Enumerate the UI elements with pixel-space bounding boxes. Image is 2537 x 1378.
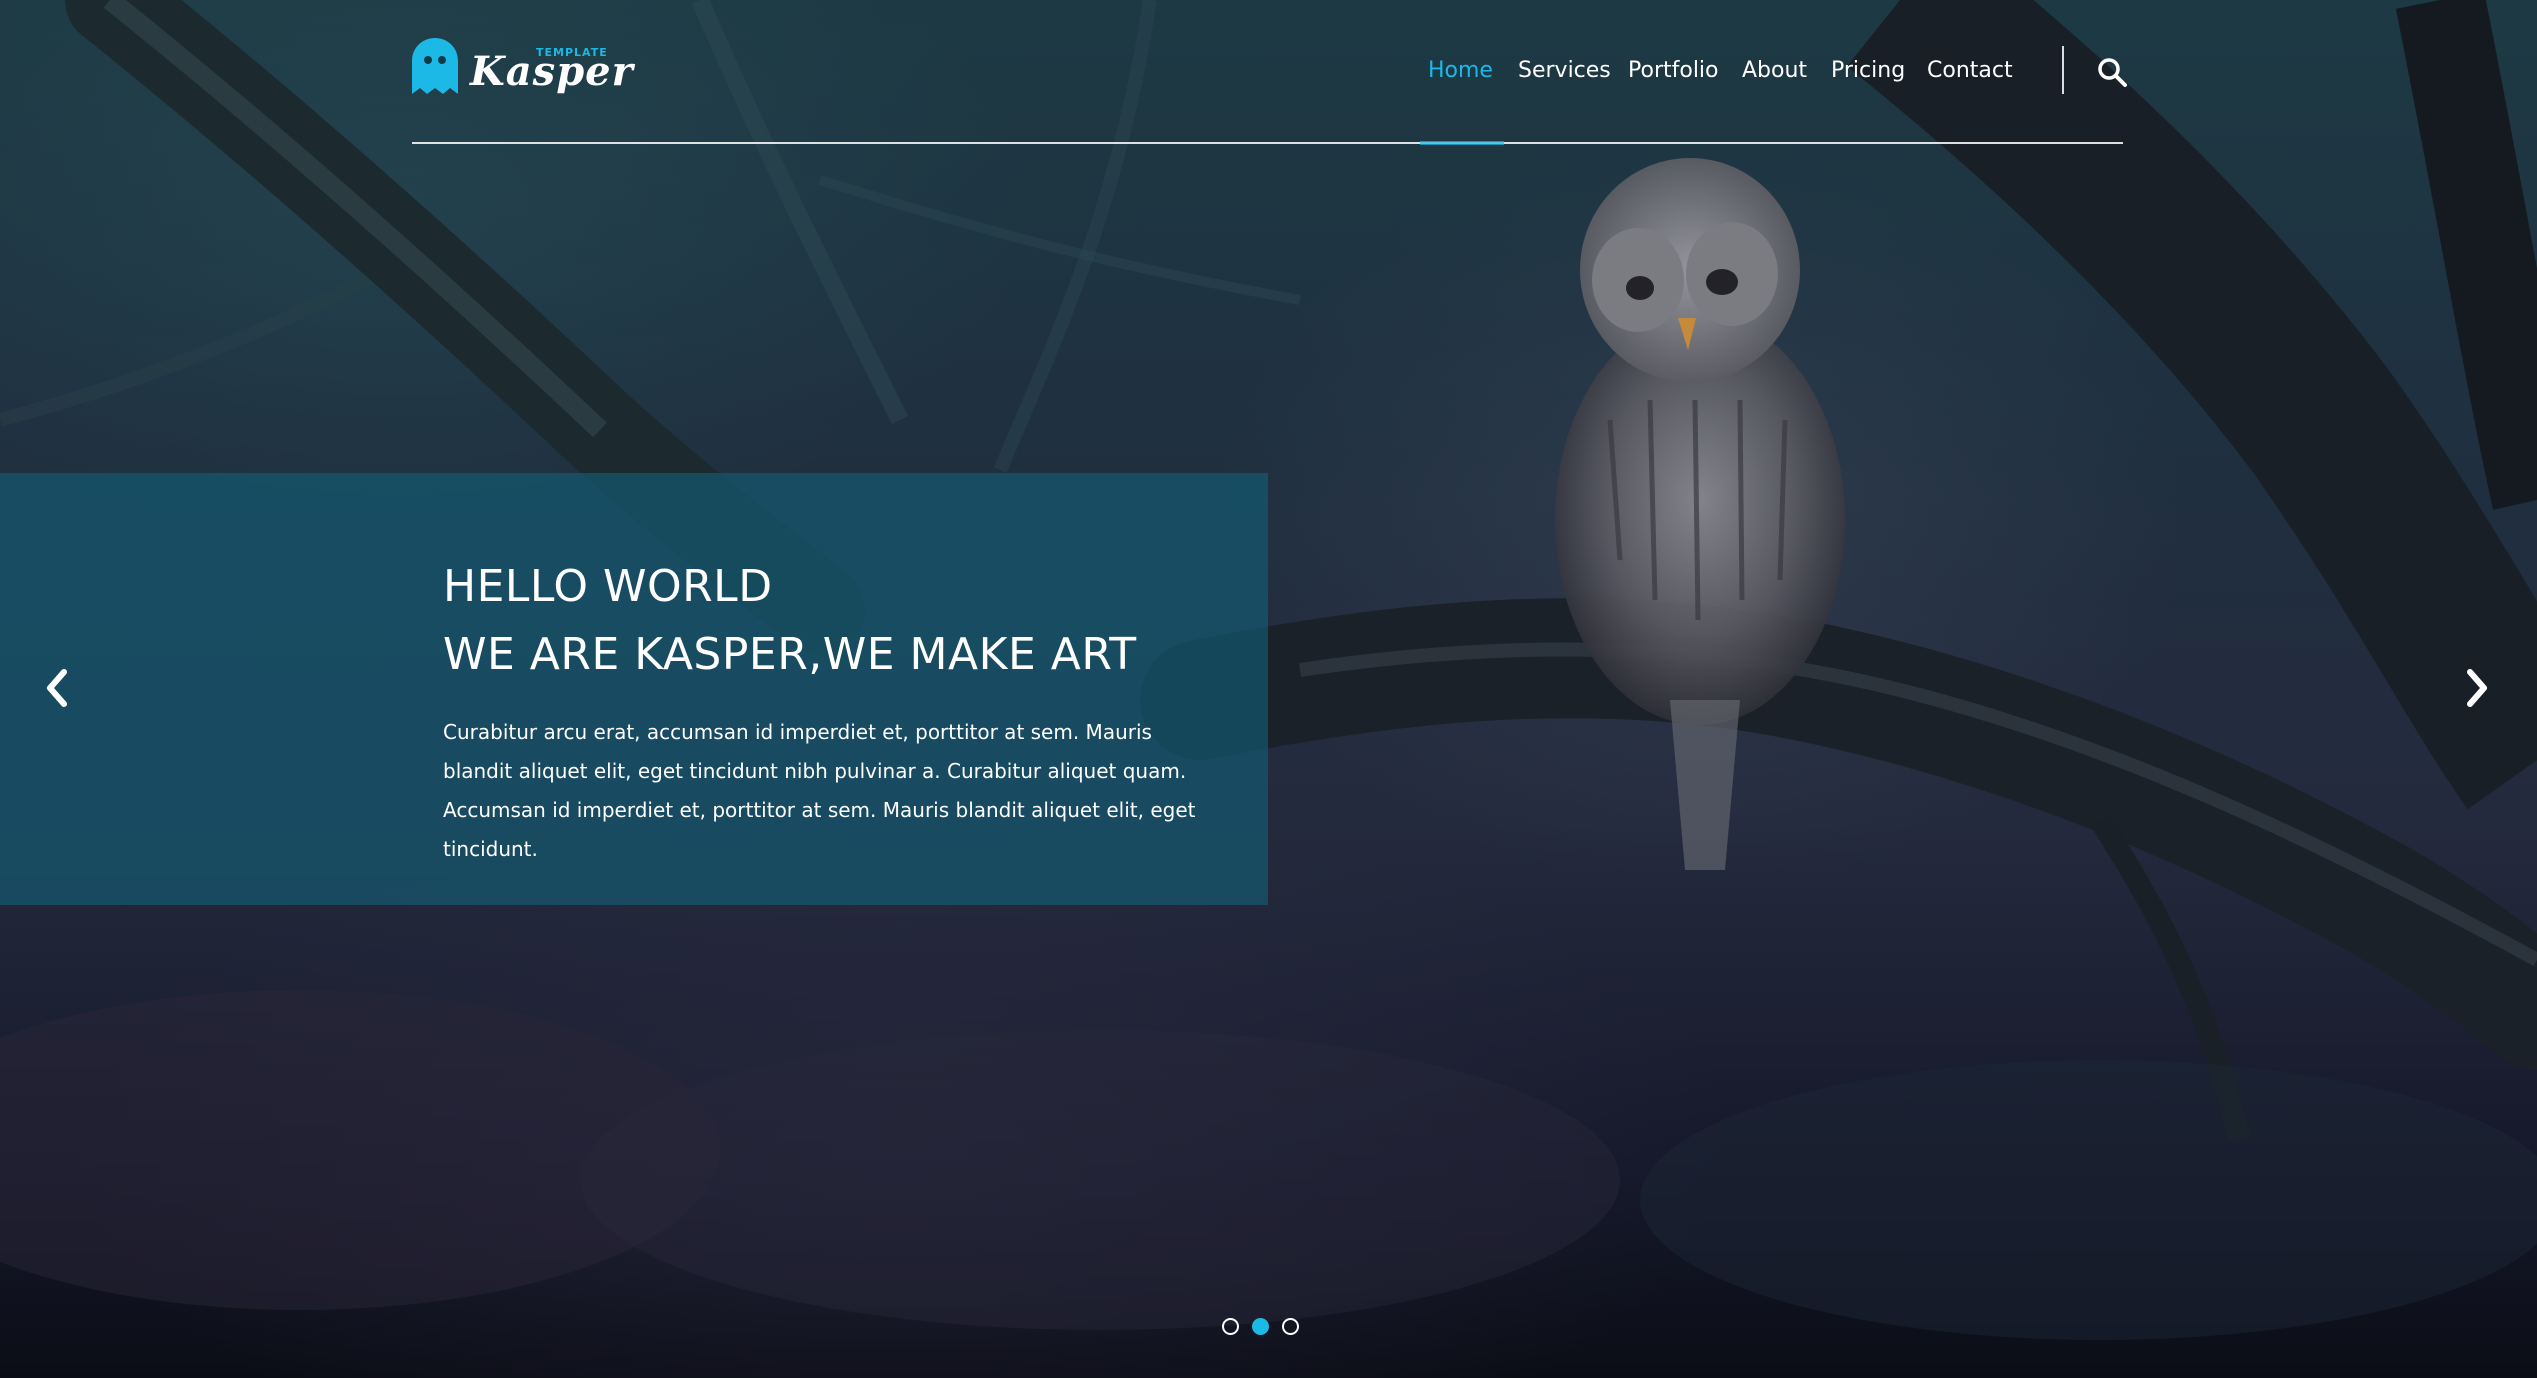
ghost-icon — [412, 38, 458, 94]
active-nav-indicator — [1420, 141, 1504, 145]
slide-description: Curabitur arcu erat, accumsan id imperdi… — [443, 720, 1196, 861]
nav-item-about[interactable]: About — [1742, 58, 1807, 83]
brand-tagline: TEMPLATE — [536, 46, 608, 59]
slide-title-line1: HELLO WORLD — [443, 561, 773, 612]
chevron-left-icon[interactable] — [40, 666, 74, 710]
slide-title-line2: WE ARE KASPER,WE MAKE ART — [443, 629, 1137, 680]
slide-indicator-3[interactable] — [1282, 1318, 1299, 1335]
nav-divider — [2062, 46, 2064, 94]
slide-indicator-2[interactable] — [1252, 1318, 1269, 1335]
slide-title: HELLO WORLD WE ARE KASPER,WE MAKE ART — [443, 553, 1243, 689]
nav-item-home[interactable]: Home — [1428, 58, 1493, 83]
nav-item-contact[interactable]: Contact — [1927, 58, 2013, 83]
chevron-right-icon[interactable] — [2460, 666, 2494, 710]
slide-indicator-1[interactable] — [1222, 1318, 1239, 1335]
nav-item-portfolio[interactable]: Portfolio — [1628, 58, 1719, 83]
nav-item-services[interactable]: Services — [1518, 58, 1611, 83]
hero-slider: Kasper TEMPLATE Home Services Portfolio … — [0, 0, 2537, 1378]
search-icon[interactable] — [2096, 56, 2128, 88]
slide-caption: HELLO WORLD WE ARE KASPER,WE MAKE ART Cu… — [0, 473, 1268, 905]
header-divider — [412, 142, 2123, 144]
brand-logo[interactable]: Kasper TEMPLATE — [412, 38, 633, 102]
nav-item-pricing[interactable]: Pricing — [1831, 58, 1905, 83]
